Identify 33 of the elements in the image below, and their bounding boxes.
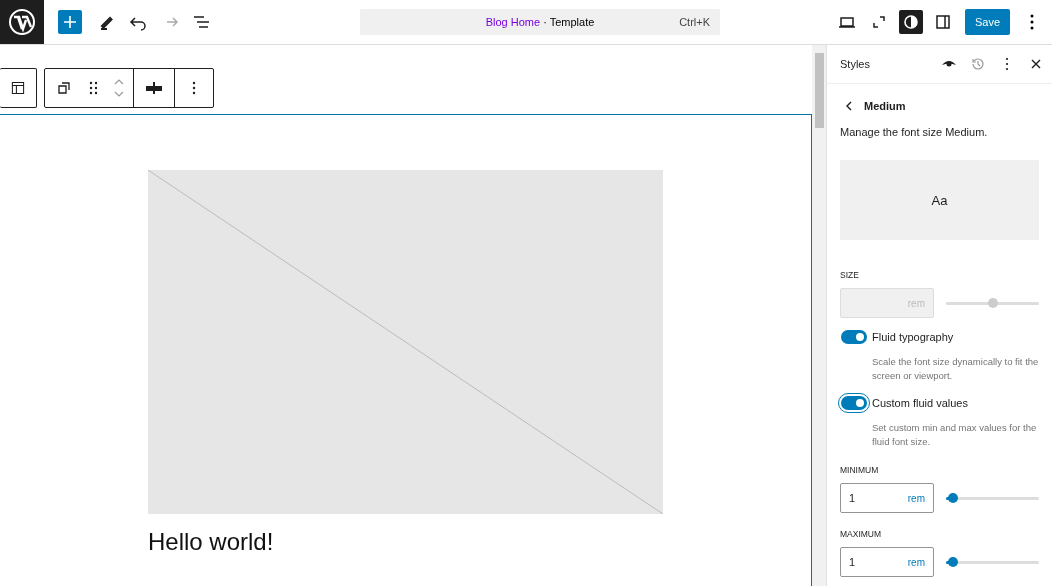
save-button[interactable]: Save [964,9,1010,35]
slider-thumb[interactable] [948,557,959,567]
toggle-label: Fluid typography [872,331,954,343]
field-label: MAXIMUM [840,529,883,539]
unit-label: rem [907,492,925,504]
layout-icon[interactable] [10,80,26,96]
section-title: Medium [864,100,906,112]
unit-label: rem [907,556,925,568]
font-preview: Aa [840,160,1039,240]
panel-title: Styles [840,58,871,70]
shortcut-label: Ctrl+K [679,16,710,28]
field-label: MINIMUM [840,465,880,475]
toggle-label: Custom fluid values [872,396,968,409]
back-icon[interactable] [844,100,854,112]
command-bar[interactable]: Blog Home · Template Ctrl+K [360,9,720,35]
plus-icon [63,15,77,29]
toggle-switch[interactable] [841,330,867,344]
post-title: Hello world! [148,528,274,556]
contrast-icon[interactable] [898,10,923,34]
slider-thumb[interactable] [987,298,998,308]
add-block-button[interactable] [58,10,82,34]
field-value: 1 [849,492,857,504]
number-field[interactable]: 1 rem [840,483,934,513]
help-text: Set custom min and max values for the fluid font size. [872,420,1038,449]
history-icon[interactable] [970,56,986,72]
number-field[interactable]: 1 rem [840,547,934,577]
wordpress-logo-icon[interactable] [9,9,35,35]
slider-thumb[interactable] [948,493,959,503]
field-value: 1 [849,556,857,568]
description-text: Manage the font size Medium. [840,126,989,138]
field-label: SIZE [840,270,860,280]
help-text: Scale the font size dynamically to fit the screen or viewport. [872,355,1039,384]
document-title: Blog Home · Template [485,16,595,28]
